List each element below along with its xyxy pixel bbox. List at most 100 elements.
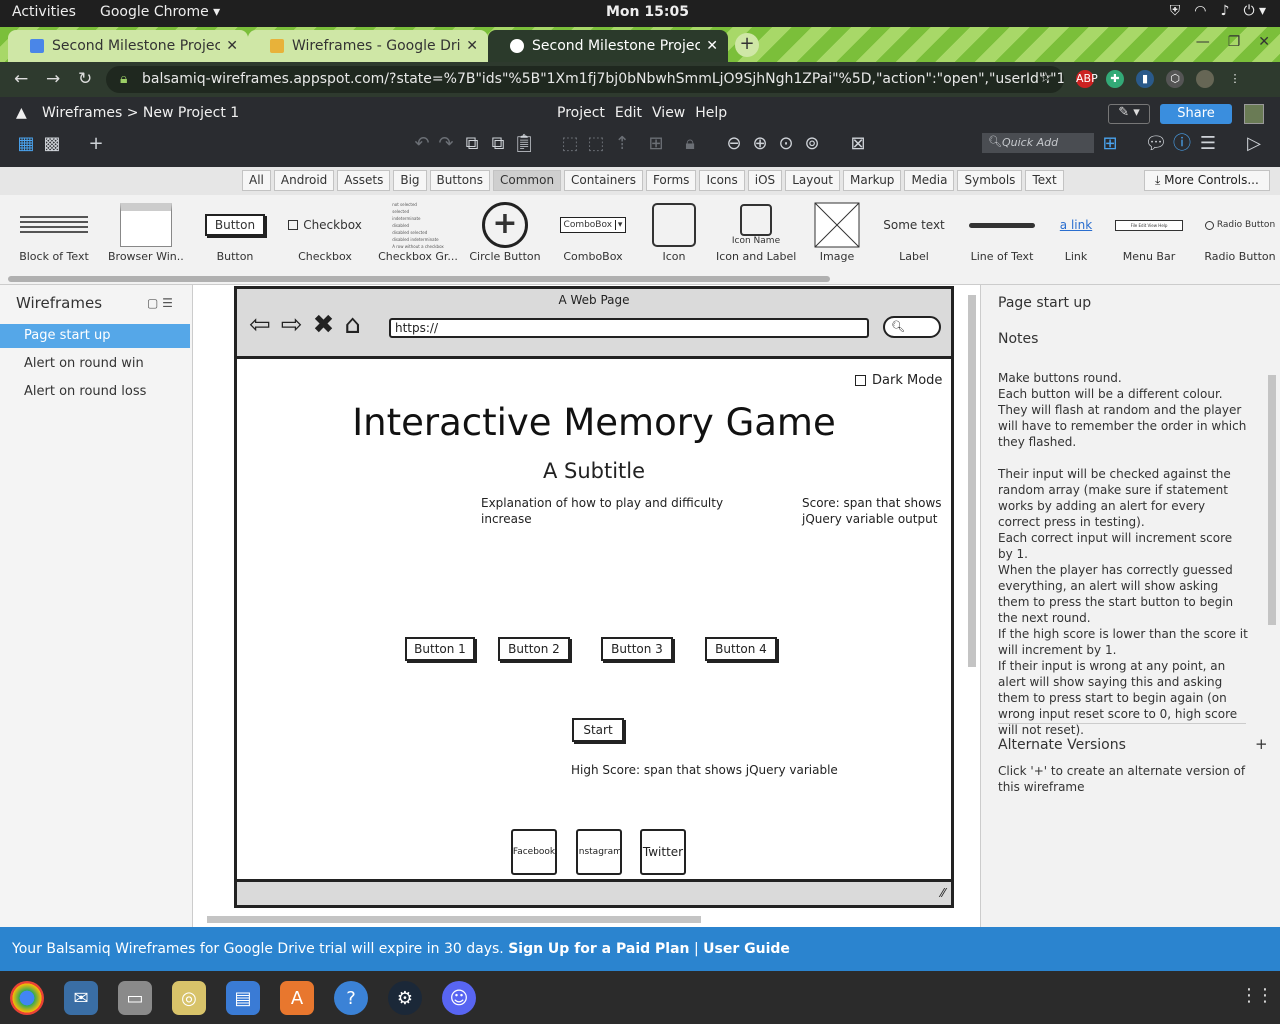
forward-icon[interactable]: → — [46, 69, 60, 89]
discord-icon[interactable]: ☺ — [442, 981, 476, 1015]
help-icon[interactable]: ? — [334, 981, 368, 1015]
dark-mode-checkbox[interactable]: Dark Mode — [855, 373, 942, 388]
writer-icon[interactable]: ▤ — [226, 981, 260, 1015]
power-icon[interactable]: ⏻ ▾ — [1243, 3, 1266, 19]
reload-icon[interactable]: ↻ — [78, 69, 92, 89]
show-applications-icon[interactable]: ⋮⋮⋮ — [1240, 985, 1280, 1006]
scrollbar-thumb[interactable] — [968, 295, 976, 667]
lock-icon[interactable]: 🔒︎ — [678, 132, 702, 156]
menu-edit[interactable]: Edit — [615, 105, 642, 121]
category-markup[interactable]: Markup — [842, 170, 902, 191]
add-icon[interactable]: + — [84, 132, 108, 156]
delete-icon[interactable]: ⊠ — [846, 132, 870, 156]
back-icon[interactable]: ← — [14, 69, 28, 89]
breadcrumb[interactable]: Wireframes > New Project 1 — [42, 105, 239, 121]
user-guide-link[interactable]: User Guide — [703, 941, 790, 957]
scrollbar-thumb[interactable] — [207, 916, 701, 923]
copy-icon[interactable]: ⧉ — [460, 132, 484, 156]
steam-icon[interactable]: ⚙ — [388, 981, 422, 1015]
close-icon[interactable]: ✕ — [706, 38, 718, 54]
canvas-vertical-scrollbar[interactable] — [964, 285, 980, 913]
close-icon[interactable]: ✕ — [466, 38, 478, 54]
edit-mode-button[interactable]: ✎ ▾ — [1108, 104, 1150, 124]
extension-icon[interactable]: ⬡ — [1166, 70, 1184, 88]
category-big[interactable]: Big — [393, 170, 427, 191]
extension-icon[interactable]: ✚ — [1106, 70, 1124, 88]
adblock-icon[interactable]: ABP — [1076, 70, 1098, 88]
thunderbird-icon[interactable]: ✉ — [64, 981, 98, 1015]
minimize-icon[interactable]: — — [1196, 34, 1210, 50]
software-icon[interactable]: A — [280, 981, 314, 1015]
more-controls-button[interactable]: ⤓ More Controls... — [1144, 170, 1270, 191]
align-icon[interactable]: ⊞ — [644, 132, 668, 156]
paste-icon[interactable]: ⧉ — [486, 132, 510, 156]
wireframe-item-page-start-up[interactable]: Page start up — [0, 324, 190, 348]
zoom-in-icon[interactable]: ⊕ — [748, 132, 772, 156]
instagram-button[interactable]: Instagram — [576, 829, 622, 875]
properties-icon[interactable]: ☰ — [1196, 132, 1220, 156]
menu-icon[interactable]: ⋮ — [1226, 70, 1244, 88]
canvas-horizontal-scrollbar[interactable] — [193, 913, 964, 927]
zoom-actual-icon[interactable]: ⊙ — [774, 132, 798, 156]
tab-2[interactable]: Wireframes - Google Drive ✕ — [248, 30, 488, 62]
bookmark-star-icon[interactable]: ☆ — [1039, 70, 1052, 86]
zoom-out-icon[interactable]: ⊖ — [722, 132, 746, 156]
app-menu[interactable]: Google Chrome ▾ — [100, 4, 220, 20]
notes-scrollbar[interactable] — [1265, 363, 1279, 719]
category-android[interactable]: Android — [273, 170, 335, 191]
redo-icon[interactable]: ↷ — [434, 132, 458, 156]
wireframe-item-alert-loss[interactable]: Alert on round loss — [0, 380, 190, 404]
game-button-3[interactable]: Button 3 — [601, 637, 673, 661]
mockup-browser-window[interactable]: A Web Page ⇦ ⇨ ✖ ⌂ https:// 🔍︎ Dark Mode… — [234, 286, 954, 908]
category-layout[interactable]: Layout — [785, 170, 840, 191]
user-avatar[interactable] — [1244, 104, 1264, 124]
game-button-2[interactable]: Button 2 — [498, 637, 570, 661]
game-button-4[interactable]: Button 4 — [705, 637, 777, 661]
category-all[interactable]: All — [242, 170, 271, 191]
game-button-1[interactable]: Button 1 — [405, 637, 475, 661]
clock[interactable]: Mon 15:05 — [606, 4, 689, 20]
ungroup-icon[interactable]: ⬚ — [584, 132, 608, 156]
sign-up-link[interactable]: Sign Up for a Paid Plan — [508, 941, 689, 957]
undo-icon[interactable]: ↶ — [410, 132, 434, 156]
category-common[interactable]: Common — [493, 170, 562, 191]
bring-front-icon[interactable]: ⇡ — [610, 132, 634, 156]
category-ios[interactable]: iOS — [747, 170, 783, 191]
menu-project[interactable]: Project — [557, 105, 605, 121]
category-forms[interactable]: Forms — [645, 170, 697, 191]
chrome-icon[interactable] — [10, 981, 44, 1015]
facebook-button[interactable]: Facebook — [511, 829, 557, 875]
wireframe-title[interactable]: Page start up — [998, 295, 1091, 311]
single-view-icon[interactable]: ▦ — [14, 132, 38, 156]
comment-icon[interactable]: 💬︎ — [1144, 132, 1168, 156]
scrollbar-thumb[interactable] — [8, 276, 830, 282]
clipboard-icon[interactable]: 📋︎ — [512, 132, 536, 156]
add-alternate-button[interactable]: + — [1255, 735, 1268, 753]
menu-view[interactable]: View — [652, 105, 685, 121]
tab-1[interactable]: Second Milestone Project ✕ — [8, 30, 248, 62]
close-icon[interactable]: ✕ — [226, 38, 238, 54]
shield-icon[interactable]: ⛨ — [1170, 3, 1181, 19]
library-scrollbar[interactable] — [0, 273, 1280, 285]
volume-icon[interactable]: ♪ — [1221, 3, 1230, 19]
presentation-icon[interactable]: ▷ — [1242, 132, 1266, 156]
zoom-fit-icon[interactable]: ⊚ — [800, 132, 824, 156]
quick-add-input[interactable]: 🔍︎ Quick Add — [982, 133, 1094, 153]
group-icon[interactable]: ⬚ — [558, 132, 582, 156]
category-icons[interactable]: Icons — [699, 170, 745, 191]
info-icon[interactable]: ⓘ — [1170, 132, 1194, 156]
activities-button[interactable]: Activities — [12, 4, 76, 20]
category-media[interactable]: Media — [904, 170, 955, 191]
notes-text[interactable]: Make buttons round. Each button will be … — [998, 370, 1250, 738]
system-tray[interactable]: ⛨ ◠ ♪ ⏻ ▾ — [1170, 3, 1266, 19]
close-window-icon[interactable]: ✕ — [1258, 34, 1270, 50]
menu-help[interactable]: Help — [695, 105, 727, 121]
wireframe-item-alert-win[interactable]: Alert on round win — [0, 352, 190, 376]
category-text[interactable]: Text — [1025, 170, 1064, 191]
maximize-icon[interactable]: ❐ — [1228, 34, 1241, 50]
address-bar[interactable]: 🔒︎ balsamiq-wireframes.appspot.com/?stat… — [106, 66, 1064, 93]
linking-icon[interactable]: ⊞ — [1098, 132, 1122, 156]
category-containers[interactable]: Containers — [564, 170, 643, 191]
share-button[interactable]: Share — [1160, 104, 1232, 124]
rhythmbox-icon[interactable]: ◎ — [172, 981, 206, 1015]
